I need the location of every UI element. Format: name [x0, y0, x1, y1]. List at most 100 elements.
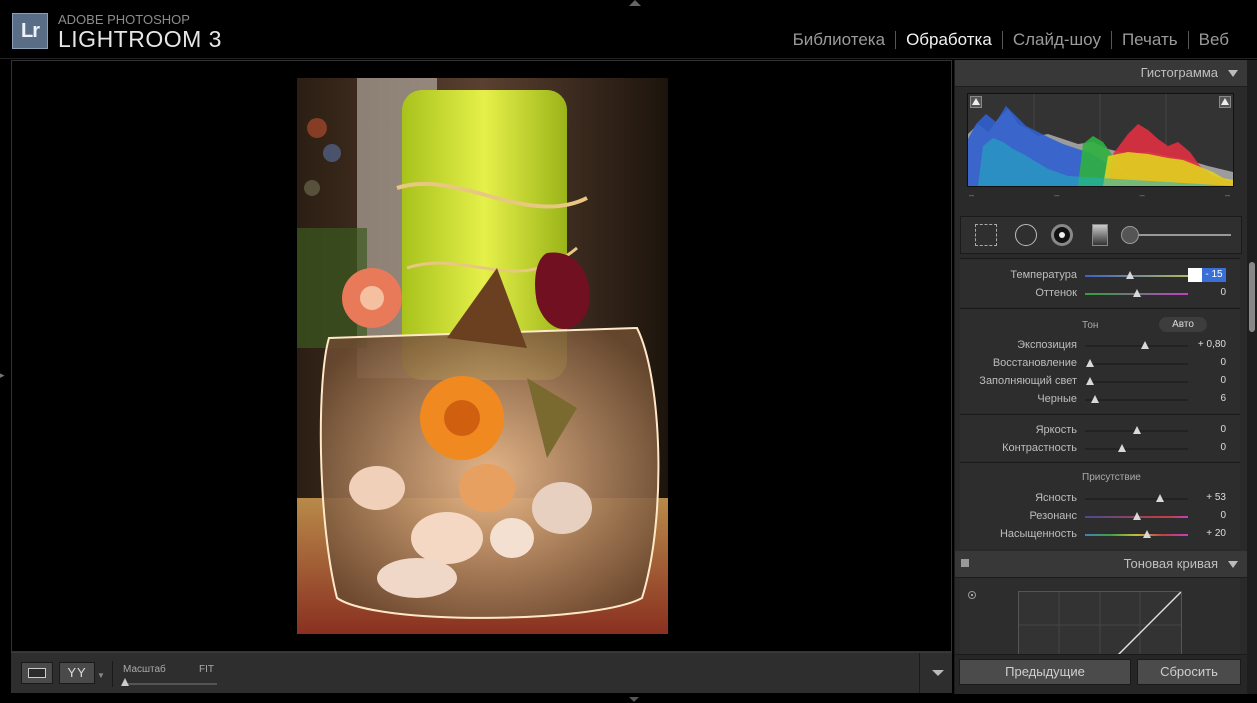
module-develop[interactable]: Обработка [896, 30, 1002, 50]
temperature-label: Температура [1010, 269, 1077, 281]
module-library[interactable]: Библиотека [783, 30, 895, 50]
histogram-header[interactable]: Гистограмма [955, 60, 1248, 87]
module-print[interactable]: Печать [1112, 30, 1188, 50]
scrollbar-thumb[interactable] [1249, 262, 1255, 332]
blacks-thumb[interactable] [1091, 395, 1100, 403]
clarity-row[interactable]: Ясность + 53 [960, 490, 1240, 508]
contrast-value: 0 [1220, 442, 1226, 453]
module-picker: Библиотека Обработка Слайд-шоу Печать Ве… [783, 30, 1239, 50]
zoom-slider-track[interactable] [123, 683, 217, 685]
collapse-top-panel-icon[interactable] [629, 0, 641, 6]
temperature-slider[interactable] [1085, 275, 1188, 277]
blacks-label: Черные [1037, 393, 1077, 405]
zoom-value: FIT [199, 664, 214, 675]
saturation-value: + 20 [1206, 528, 1226, 539]
fill-light-value: 0 [1220, 375, 1226, 386]
fill-light-thumb[interactable] [1086, 377, 1095, 385]
right-panel-scrollbar[interactable] [1247, 60, 1257, 694]
tint-row[interactable]: Оттенок 0 [960, 285, 1240, 303]
adjustment-brush-icon[interactable] [1121, 226, 1139, 244]
contrast-row[interactable]: Контрастность 0 [960, 440, 1240, 458]
tone-curve-graph[interactable] [1018, 591, 1182, 660]
reset-button[interactable]: Сбросить [1137, 659, 1241, 685]
loupe-view-button[interactable] [21, 662, 53, 684]
collapse-icon[interactable] [1228, 561, 1238, 568]
blacks-value: 6 [1220, 393, 1226, 404]
collapse-left-panel-icon[interactable]: ▸ [0, 370, 5, 381]
previous-button[interactable]: Предыдущие [959, 659, 1131, 685]
toolbar-menu-button[interactable] [919, 653, 952, 693]
recovery-thumb[interactable] [1086, 359, 1095, 367]
histogram-info: – – – – [967, 190, 1232, 204]
brightness-row[interactable]: Яркость 0 [960, 422, 1240, 440]
chevron-down-icon [932, 670, 944, 676]
crop-icon[interactable] [975, 224, 997, 246]
panel-switch-icon[interactable] [961, 559, 969, 567]
temperature-thumb[interactable] [1126, 271, 1135, 279]
contrast-slider[interactable] [1085, 448, 1188, 450]
brightness-section: Яркость 0 Контрастность 0 [960, 414, 1240, 461]
brightness-label: Яркость [1035, 424, 1077, 436]
loupe-icon [28, 668, 46, 678]
blacks-row[interactable]: Черные 6 [960, 391, 1240, 409]
clarity-value: + 53 [1206, 492, 1226, 503]
blacks-slider[interactable] [1085, 399, 1188, 401]
clarity-slider[interactable] [1085, 498, 1188, 500]
saturation-thumb[interactable] [1142, 530, 1151, 538]
contrast-label: Контрастность [1002, 442, 1077, 454]
saturation-label: Насыщенность [999, 528, 1077, 540]
white-balance-section: Температура - 15 Оттенок 0 [960, 258, 1240, 307]
tone-section: Тон Авто Экспозиция + 0,80 Восстановлени… [960, 308, 1240, 413]
histogram-info-shutter: – [1224, 190, 1230, 200]
tone-curve-line [1019, 592, 1181, 659]
module-slideshow[interactable]: Слайд-шоу [1003, 30, 1111, 50]
recovery-value: 0 [1220, 357, 1226, 368]
exposure-thumb[interactable] [1140, 341, 1149, 349]
spot-removal-icon[interactable] [1015, 224, 1037, 246]
brand-subtitle: ADOBE PHOTOSHOP [58, 12, 190, 27]
histogram-title: Гистограмма [1140, 65, 1218, 80]
exposure-row[interactable]: Экспозиция + 0,80 [960, 337, 1240, 355]
contrast-thumb[interactable] [1118, 444, 1127, 452]
presence-heading: Присутствие [1082, 472, 1141, 483]
photo-preview[interactable] [297, 78, 668, 634]
before-after-button[interactable]: YY [59, 662, 95, 684]
red-eye-icon[interactable] [1051, 224, 1073, 246]
tint-value: 0 [1220, 287, 1226, 298]
temperature-row[interactable]: Температура - 15 [960, 267, 1240, 285]
collapse-filmstrip-icon[interactable] [629, 697, 639, 702]
fill-light-slider[interactable] [1085, 381, 1188, 383]
collapse-icon[interactable] [1228, 70, 1238, 77]
tone-curve-title: Тоновая кривая [1123, 556, 1218, 571]
graduated-filter-icon[interactable] [1092, 224, 1108, 246]
fill-light-row[interactable]: Заполняющий свет 0 [960, 373, 1240, 391]
auto-tone-button[interactable]: Авто [1159, 317, 1207, 332]
tone-heading: Тон [1082, 320, 1099, 331]
recovery-row[interactable]: Восстановление 0 [960, 355, 1240, 373]
temperature-field[interactable]: - 15 [1188, 268, 1226, 282]
module-web[interactable]: Веб [1189, 30, 1239, 50]
targeted-adjustment-icon[interactable] [968, 591, 976, 599]
exposure-slider[interactable] [1085, 345, 1188, 347]
brush-track [1131, 234, 1231, 236]
histogram-info-focal: – [1054, 190, 1060, 200]
tint-thumb[interactable] [1132, 289, 1141, 297]
brightness-thumb[interactable] [1132, 426, 1141, 434]
top-bar: Lr ADOBE PHOTOSHOP LIGHTROOM 3 Библиотек… [0, 0, 1257, 59]
clarity-thumb[interactable] [1156, 494, 1165, 502]
highlight-clipping-toggle[interactable] [1219, 96, 1231, 108]
histogram[interactable] [967, 93, 1234, 187]
saturation-slider[interactable] [1085, 534, 1188, 536]
exposure-label: Экспозиция [1017, 339, 1077, 351]
vibrance-row[interactable]: Резонанс 0 [960, 508, 1240, 526]
shadow-clipping-toggle[interactable] [970, 96, 982, 108]
bottom-toolbar: YY ▼ Масштаб FIT [11, 652, 952, 693]
zoom-slider-thumb[interactable] [121, 678, 129, 686]
vibrance-thumb[interactable] [1132, 512, 1141, 520]
saturation-row[interactable]: Насыщенность + 20 [960, 526, 1240, 544]
recovery-slider[interactable] [1085, 363, 1188, 365]
tool-strip [960, 216, 1242, 254]
recovery-label: Восстановление [992, 357, 1077, 369]
tone-curve-header[interactable]: Тоновая кривая [955, 551, 1248, 578]
chevron-down-icon[interactable]: ▼ [97, 671, 105, 680]
